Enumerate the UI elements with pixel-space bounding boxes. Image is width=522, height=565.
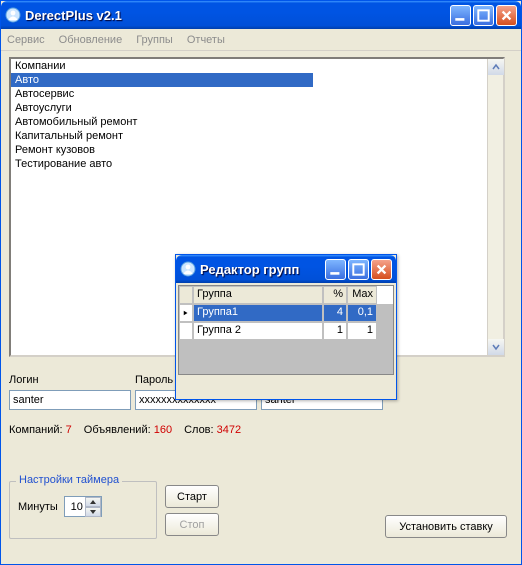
minutes-input[interactable] [65, 500, 85, 514]
table-row[interactable]: Группа140,1 [179, 304, 393, 322]
timer-settings-group: Настройки таймера Минуты [9, 481, 157, 539]
words-count-label: Слов: [184, 424, 214, 436]
spin-up-icon[interactable] [85, 497, 101, 507]
companies-count-label: Компаний: [9, 424, 63, 436]
main-window: DerectPlus v2.1 Сервис Обновление Группы… [0, 0, 522, 565]
words-count: 3472 [217, 424, 241, 436]
menu-service[interactable]: Сервис [7, 34, 45, 46]
scrollbar[interactable] [487, 59, 503, 355]
spin-down-icon[interactable] [85, 507, 101, 517]
scroll-up-icon[interactable] [488, 59, 504, 75]
list-item[interactable]: Авто [11, 73, 313, 87]
minutes-label: Минуты [18, 501, 58, 513]
list-item[interactable]: Автоуслуги [11, 101, 313, 115]
ads-count: 160 [154, 424, 172, 436]
dialog-minimize-button[interactable] [325, 259, 346, 280]
login-label: Логин [9, 374, 135, 386]
menubar: Сервис Обновление Группы Отчеты [1, 29, 521, 51]
row-indicator-icon [179, 304, 193, 322]
list-item[interactable]: Капитальный ремонт [11, 129, 313, 143]
maximize-button[interactable] [473, 5, 494, 26]
start-button[interactable]: Старт [165, 485, 219, 508]
grid-header: Группа % Max [179, 286, 393, 304]
scroll-down-icon[interactable] [488, 339, 504, 355]
app-icon [5, 7, 21, 23]
dialog-title: Редактор групп [200, 262, 325, 277]
ads-count-label: Объявлений: [84, 424, 151, 436]
stop-button[interactable]: Стоп [165, 513, 219, 536]
list-item[interactable]: Ремонт кузовов [11, 143, 313, 157]
dialog-maximize-button[interactable] [348, 259, 369, 280]
list-header: Компании [11, 59, 313, 73]
set-rate-button[interactable]: Установить ставку [385, 515, 507, 538]
minimize-button[interactable] [450, 5, 471, 26]
group-editor-dialog: Редактор групп Группа % Max Группа140,1Г… [175, 254, 397, 400]
timer-legend: Настройки таймера [16, 474, 122, 486]
minutes-stepper[interactable] [64, 496, 102, 517]
close-button[interactable] [496, 5, 517, 26]
list-item[interactable]: Автосервис [11, 87, 313, 101]
table-row[interactable]: Группа 211 [179, 322, 393, 340]
menu-reports[interactable]: Отчеты [187, 34, 225, 46]
group-grid[interactable]: Группа % Max Группа140,1Группа 211 [178, 285, 394, 375]
list-item[interactable]: Тестирование авто [11, 157, 313, 171]
menu-groups[interactable]: Группы [136, 34, 173, 46]
login-input[interactable] [9, 390, 131, 410]
col-max: Max [347, 286, 377, 304]
dialog-titlebar[interactable]: Редактор групп [176, 255, 396, 283]
main-titlebar[interactable]: DerectPlus v2.1 [1, 1, 521, 29]
dialog-close-button[interactable] [371, 259, 392, 280]
main-title: DerectPlus v2.1 [25, 8, 450, 23]
menu-update[interactable]: Обновление [59, 34, 123, 46]
list-item[interactable]: Автомобильный ремонт [11, 115, 313, 129]
col-group: Группа [193, 286, 323, 304]
col-pct: % [323, 286, 347, 304]
companies-count: 7 [66, 424, 72, 436]
dialog-icon [180, 261, 196, 277]
stats-row: Компаний: 7 Объявлений: 160 Слов: 3472 [9, 424, 505, 436]
